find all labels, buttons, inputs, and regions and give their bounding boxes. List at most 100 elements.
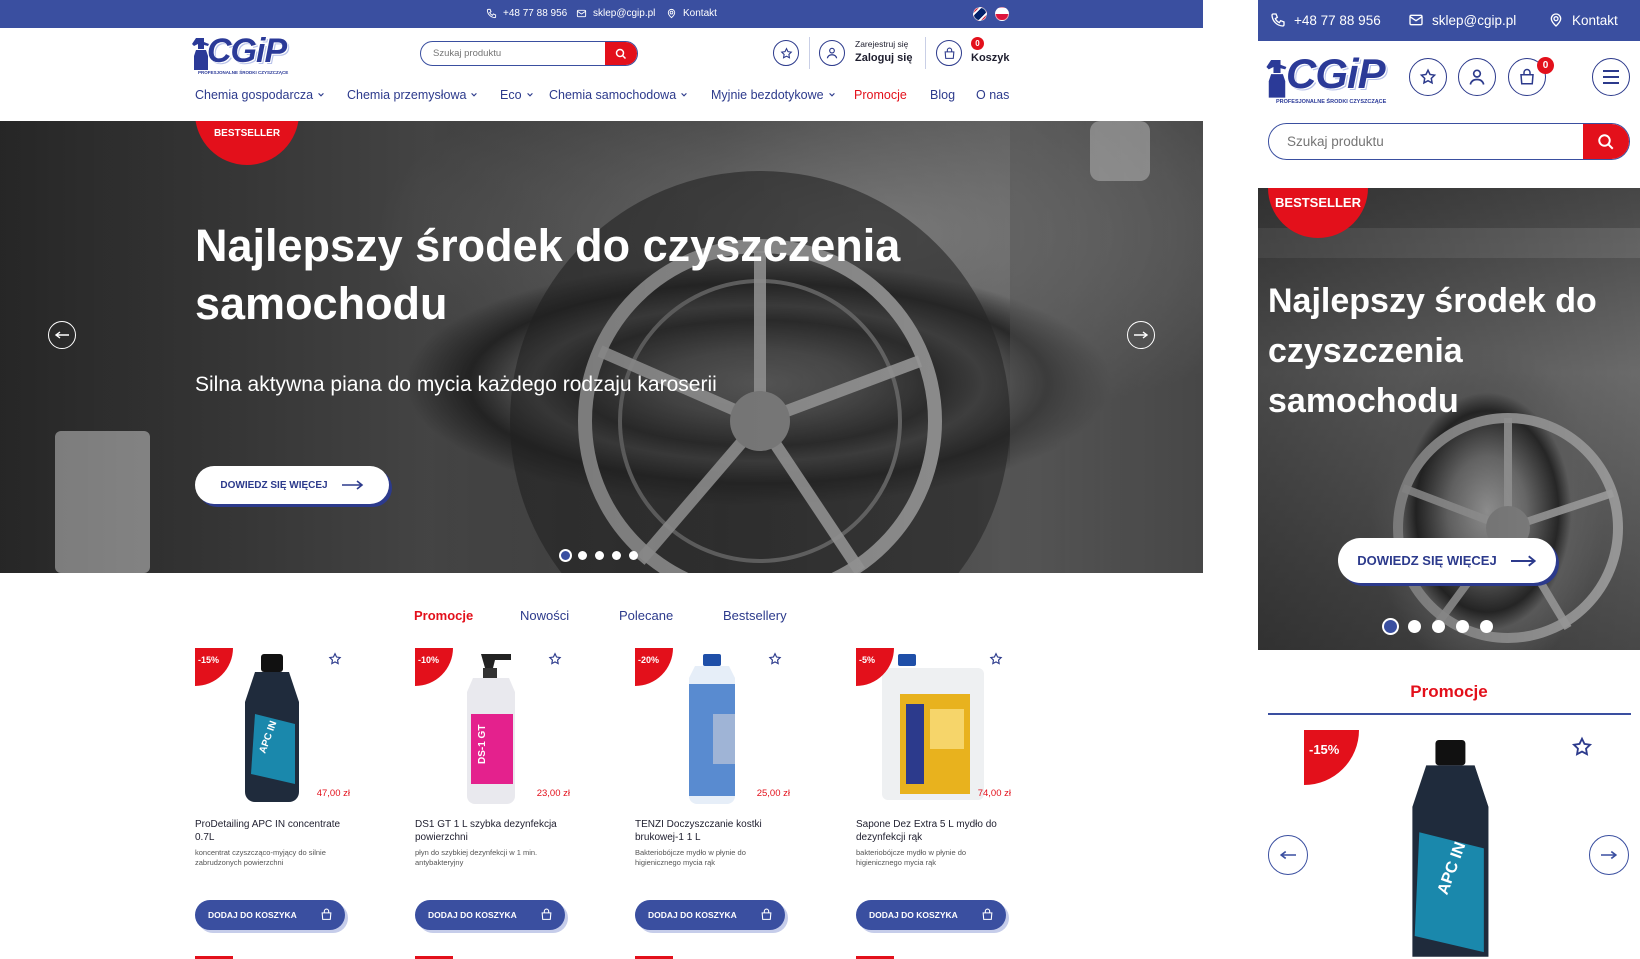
chevron-down-icon <box>828 93 835 97</box>
mobile-view: +48 77 88 956 sklep@cgip.pl Kontakt CGiP… <box>1258 0 1640 959</box>
chevron-down-icon <box>681 93 687 97</box>
nav-promocje[interactable]: Promocje <box>854 88 907 102</box>
bag-icon <box>944 47 954 59</box>
slider-dot[interactable] <box>561 551 570 560</box>
search-input[interactable] <box>1269 124 1583 159</box>
product-name[interactable]: ProDetailing APC IN concentrate 0.7L <box>195 818 350 844</box>
chevron-down-icon <box>318 93 324 97</box>
search-button[interactable] <box>1583 124 1629 159</box>
add-to-cart-button[interactable]: DODAJ DO KOSZYKA <box>195 900 345 930</box>
register-link[interactable]: Zarejestruj się <box>855 39 908 49</box>
slider-dot[interactable] <box>629 551 638 560</box>
logo[interactable]: CGiP PROFESJONALNE ŚRODKI CZYSZCZĄCE <box>192 32 292 76</box>
topbar-email[interactable]: sklep@cgip.pl <box>576 8 655 19</box>
location-icon <box>1550 13 1562 27</box>
star-icon[interactable] <box>328 652 342 666</box>
cart-button[interactable] <box>936 40 962 66</box>
tab-bestsellery[interactable]: Bestsellery <box>723 608 787 623</box>
phone-icon <box>1271 13 1285 27</box>
account-button[interactable] <box>819 40 845 66</box>
bag-icon <box>541 908 552 920</box>
slider-dot[interactable] <box>612 551 621 560</box>
carousel-prev-button[interactable] <box>1268 835 1308 875</box>
tab-promocje[interactable]: Promocje <box>414 608 473 623</box>
nav-o-nas[interactable]: O nas <box>976 88 1009 102</box>
product-description: bakteriobójcze mydło w płynie do higieni… <box>856 848 967 867</box>
hero-cta-button[interactable]: DOWIEDZ SIĘ WIĘCEJ <box>1338 538 1556 583</box>
hero-overlay <box>0 121 1203 573</box>
product-card[interactable]: -20% 25,00 zł TENZI Doczyszczanie kostki… <box>635 648 790 938</box>
add-to-cart-button[interactable]: DODAJ DO KOSZYKA <box>856 900 1006 930</box>
favorites-button[interactable] <box>773 40 799 66</box>
cart-label[interactable]: Koszyk <box>971 52 1010 64</box>
topbar-phone[interactable]: +48 77 88 956 <box>486 8 567 19</box>
slider-dot[interactable] <box>595 551 604 560</box>
product-image <box>882 654 984 800</box>
menu-icon <box>1603 70 1619 84</box>
divider <box>809 37 810 69</box>
slider-dot[interactable] <box>1384 620 1397 633</box>
topbar-contact[interactable]: Kontakt <box>1548 12 1618 28</box>
spray-bottle-icon <box>1266 60 1287 98</box>
slider-next-button[interactable] <box>1127 321 1155 349</box>
product-name[interactable]: TENZI Doczyszczanie kostki brukowej-1 1 … <box>635 818 790 844</box>
top-bar: +48 77 88 956 sklep@cgip.pl Kontakt <box>0 0 1203 28</box>
carousel-next-button[interactable] <box>1589 835 1629 875</box>
star-icon[interactable] <box>768 652 782 666</box>
nav-blog[interactable]: Blog <box>930 88 955 102</box>
slider-dot[interactable] <box>1480 620 1493 633</box>
tab-nowosci[interactable]: Nowości <box>520 608 569 623</box>
tab-polecane[interactable]: Polecane <box>619 608 673 623</box>
product-description: Bakteriobójcze mydło w płynie do higieni… <box>635 848 746 867</box>
slider-dot[interactable] <box>578 551 587 560</box>
product-description: płyn do szybkiej dezynfekcji w 1 min. an… <box>415 848 538 867</box>
nav-chemia-samochodowa[interactable]: Chemia samochodowa <box>549 88 688 102</box>
slider-dot[interactable] <box>1408 620 1421 633</box>
product-price: 74,00 zł <box>977 788 1011 799</box>
product-card[interactable]: APC IN -15% 47,00 zł ProDetailing APC IN… <box>195 648 350 938</box>
flag-english[interactable] <box>973 7 987 21</box>
search-input[interactable] <box>421 42 605 65</box>
divider <box>925 37 926 69</box>
star-icon[interactable] <box>548 652 562 666</box>
mobile-top-bar: +48 77 88 956 sklep@cgip.pl Kontakt <box>1258 0 1640 41</box>
star-icon[interactable] <box>989 652 1003 666</box>
hero-title: Najlepszy środek do czyszczenia samochod… <box>195 220 901 329</box>
nav-chemia-przemyslowa[interactable]: Chemia przemysłowa <box>347 88 478 102</box>
add-to-cart-button[interactable]: DODAJ DO KOSZYKA <box>635 900 785 930</box>
arrow-right-icon <box>1510 555 1536 566</box>
slider-dot[interactable] <box>1432 620 1445 633</box>
product-name[interactable]: Sapone Dez Extra 5 L mydło do dezynfekcj… <box>856 818 1011 844</box>
star-icon[interactable] <box>1571 736 1593 758</box>
chevron-down-icon <box>471 93 478 97</box>
slider-prev-button[interactable] <box>48 321 76 349</box>
search-icon <box>1598 133 1614 149</box>
nav-chemia-gospodarcza[interactable]: Chemia gospodarcza <box>195 88 325 102</box>
product-card[interactable]: -5% 74,00 zł Sapone Dez Extra 5 L mydło … <box>856 648 1011 938</box>
nav-eco[interactable]: Eco <box>500 88 534 102</box>
search-button[interactable] <box>605 42 637 65</box>
nav-myjnie-bezdotykowe[interactable]: Myjnie bezdotykowe <box>711 88 836 102</box>
product-tabs: Promocje Nowości Polecane Bestsellery <box>0 608 1203 628</box>
favorites-button[interactable] <box>1409 58 1447 96</box>
topbar-phone[interactable]: +48 77 88 956 <box>1270 12 1381 28</box>
flag-polish[interactable] <box>995 7 1009 21</box>
cart-count-badge: 0 <box>1537 57 1554 74</box>
account-button[interactable] <box>1458 58 1496 96</box>
topbar-email[interactable]: sklep@cgip.pl <box>1408 12 1516 28</box>
slider-dots <box>561 551 638 560</box>
star-icon <box>1419 68 1437 85</box>
login-link[interactable]: Zaloguj się <box>855 52 912 64</box>
menu-button[interactable] <box>1592 58 1630 96</box>
logo[interactable]: CGiP PROFESJONALNE ŚRODKI CZYSZCZĄCE <box>1266 50 1386 106</box>
phone-icon <box>486 8 497 19</box>
add-to-cart-button[interactable]: DODAJ DO KOSZYKA <box>415 900 565 930</box>
product-card[interactable]: DS-1 GT -10% 23,00 zł DS1 GT 1 L szybka … <box>415 648 570 938</box>
slider-dot[interactable] <box>1456 620 1469 633</box>
topbar-contact[interactable]: Kontakt <box>666 8 717 19</box>
product-name[interactable]: DS1 GT 1 L szybka dezynfekcja powierzchn… <box>415 818 570 844</box>
hero-slider: BESTSELLER Najlepszy środek do czyszczen… <box>1258 188 1640 650</box>
cart-count-badge: 0 <box>971 37 984 50</box>
hero-cta-button[interactable]: DOWIEDZ SIĘ WIĘCEJ <box>195 466 389 504</box>
section-title: Promocje <box>1410 682 1488 701</box>
